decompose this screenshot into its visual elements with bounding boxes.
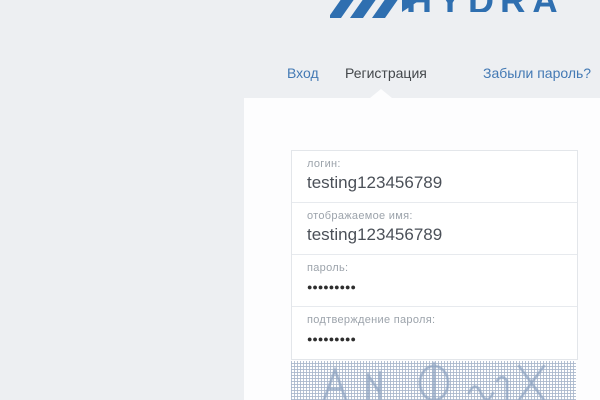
- display-name-input[interactable]: [307, 225, 557, 245]
- tab-forgot-password[interactable]: Забыли пароль?: [483, 64, 591, 82]
- registration-form: логин: отображаемое имя: пароль: подтвер…: [291, 150, 578, 360]
- login-input[interactable]: [307, 173, 557, 193]
- site-logo: HYDRA: [330, 0, 575, 20]
- password-input[interactable]: [307, 282, 557, 292]
- field-row-password-confirm: подтверждение пароля:: [292, 307, 577, 359]
- password-label: пароль:: [307, 262, 563, 274]
- password-confirm-label: подтверждение пароля:: [307, 314, 563, 326]
- tab-login[interactable]: Вход: [287, 64, 319, 82]
- logo-text: HYDRA: [406, 0, 575, 12]
- registration-page: { "logo": { "text": "HYDRA", "color": "#…: [0, 0, 600, 400]
- field-row-display-name: отображаемое имя:: [292, 203, 577, 255]
- display-name-label: отображаемое имя:: [307, 210, 563, 222]
- captcha-image: [291, 361, 576, 400]
- field-row-login: логин:: [292, 151, 577, 203]
- field-row-password: пароль:: [292, 255, 577, 307]
- login-label: логин:: [307, 158, 563, 170]
- card-notch: [370, 89, 392, 98]
- registration-card: логин: отображаемое имя: пароль: подтвер…: [244, 98, 600, 400]
- password-confirm-input[interactable]: [307, 334, 557, 344]
- tab-registration[interactable]: Регистрация: [345, 64, 427, 82]
